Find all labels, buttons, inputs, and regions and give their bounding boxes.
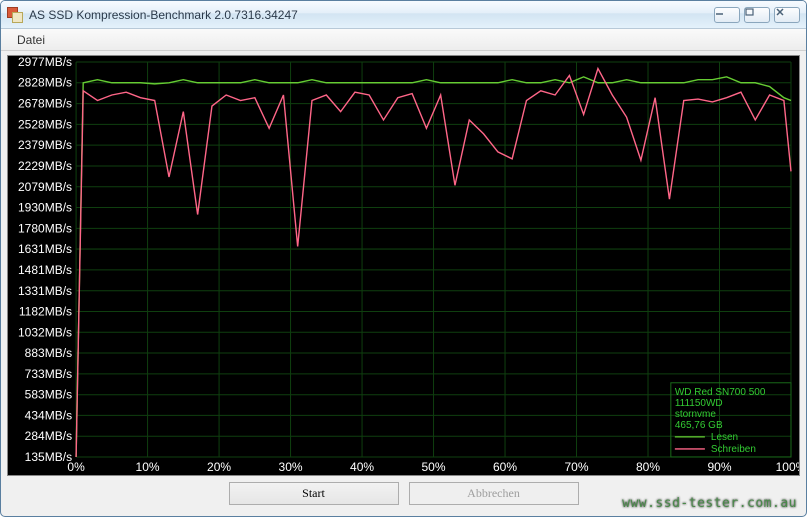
svg-text:2229MB/s: 2229MB/s — [18, 159, 72, 173]
svg-text:2379MB/s: 2379MB/s — [18, 138, 72, 152]
svg-text:1331MB/s: 1331MB/s — [18, 284, 72, 298]
svg-text:100%: 100% — [776, 460, 799, 474]
svg-text:30%: 30% — [279, 460, 303, 474]
svg-text:2528MB/s: 2528MB/s — [18, 117, 72, 131]
svg-text:111150WD: 111150WD — [675, 398, 723, 409]
svg-text:434MB/s: 434MB/s — [25, 408, 72, 422]
close-button[interactable] — [774, 7, 800, 23]
svg-text:70%: 70% — [564, 460, 588, 474]
svg-text:80%: 80% — [636, 460, 660, 474]
start-button[interactable]: Start — [229, 482, 399, 505]
chart-svg: 135MB/s 284MB/s 434MB/s 583MB/s 733MB/s 883MB… — [8, 56, 799, 475]
svg-text:60%: 60% — [493, 460, 517, 474]
svg-text:284MB/s: 284MB/s — [25, 429, 72, 443]
svg-text:1032MB/s: 1032MB/s — [18, 325, 72, 339]
svg-text:1481MB/s: 1481MB/s — [18, 263, 72, 277]
minimize-button[interactable] — [714, 7, 740, 23]
maximize-button[interactable] — [744, 7, 770, 23]
svg-text:733MB/s: 733MB/s — [25, 367, 72, 381]
app-window: AS SSD Kompression-Benchmark 2.0.7316.34… — [0, 0, 807, 517]
cancel-button: Abbrechen — [409, 482, 579, 505]
svg-text:stornvme: stornvme — [675, 409, 717, 420]
window-title: AS SSD Kompression-Benchmark 2.0.7316.34… — [29, 8, 714, 22]
maximize-icon — [745, 8, 769, 22]
svg-text:2079MB/s: 2079MB/s — [18, 180, 72, 194]
content-area: 135MB/s 284MB/s 434MB/s 583MB/s 733MB/s 883MB… — [1, 51, 806, 516]
watermark-text: www.ssd-tester.com.au — [622, 496, 797, 511]
svg-text:Lesen: Lesen — [711, 432, 738, 443]
window-controls — [714, 7, 800, 23]
svg-text:1631MB/s: 1631MB/s — [18, 242, 72, 256]
app-icon — [7, 7, 23, 23]
svg-text:WD Red SN700 500: WD Red SN700 500 — [675, 387, 766, 398]
menubar: Datei — [1, 29, 806, 51]
minimize-icon — [715, 8, 739, 22]
svg-text:135MB/s: 135MB/s — [25, 450, 72, 464]
svg-text:583MB/s: 583MB/s — [25, 388, 72, 402]
menu-datei[interactable]: Datei — [9, 31, 53, 49]
svg-text:1930MB/s: 1930MB/s — [18, 201, 72, 215]
svg-text:465,76 GB: 465,76 GB — [675, 420, 723, 431]
benchmark-chart: 135MB/s 284MB/s 434MB/s 583MB/s 733MB/s 883MB… — [7, 55, 800, 476]
svg-text:1780MB/s: 1780MB/s — [18, 221, 72, 235]
svg-text:90%: 90% — [707, 460, 731, 474]
titlebar[interactable]: AS SSD Kompression-Benchmark 2.0.7316.34… — [1, 1, 806, 29]
svg-text:40%: 40% — [350, 460, 374, 474]
svg-text:10%: 10% — [136, 460, 160, 474]
svg-text:0%: 0% — [67, 460, 85, 474]
svg-text:2828MB/s: 2828MB/s — [18, 76, 72, 90]
svg-text:2977MB/s: 2977MB/s — [18, 56, 72, 69]
svg-text:Schreiben: Schreiben — [711, 444, 756, 455]
svg-text:2678MB/s: 2678MB/s — [18, 97, 72, 111]
close-icon — [775, 8, 799, 22]
svg-text:883MB/s: 883MB/s — [25, 346, 72, 360]
svg-text:1182MB/s: 1182MB/s — [19, 304, 72, 318]
svg-text:20%: 20% — [207, 460, 231, 474]
svg-text:50%: 50% — [422, 460, 446, 474]
